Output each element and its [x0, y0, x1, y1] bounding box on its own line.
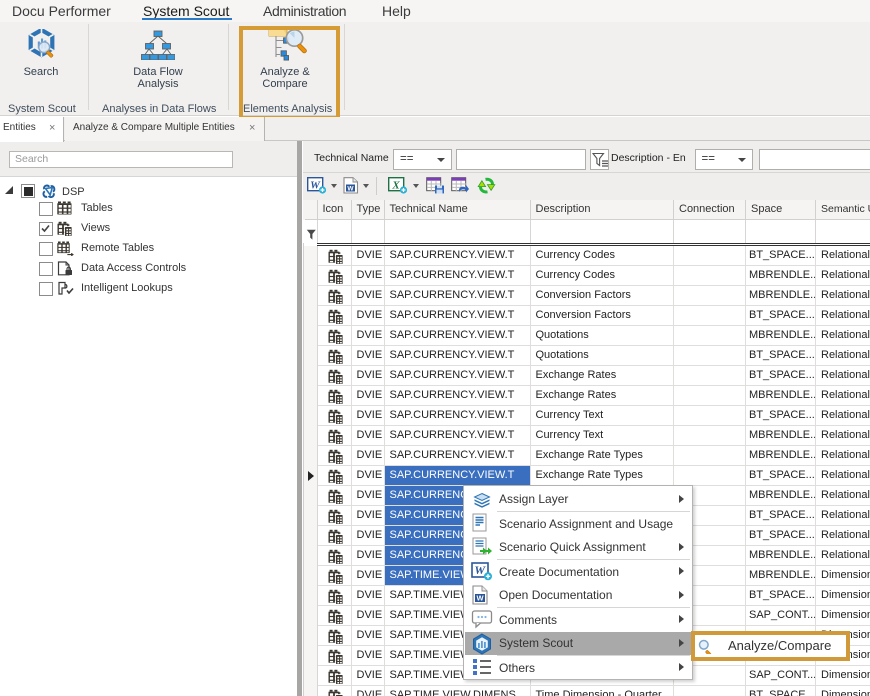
svg-text:X: X	[391, 180, 400, 192]
svg-text:W: W	[476, 593, 484, 602]
svg-text:W: W	[347, 185, 354, 192]
